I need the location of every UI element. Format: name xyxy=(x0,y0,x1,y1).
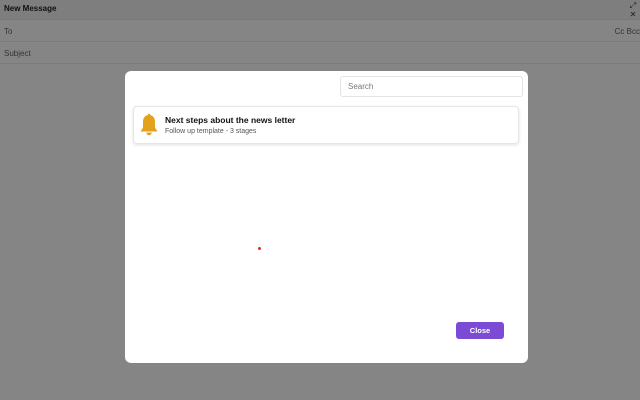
template-title: Next steps about the news letter xyxy=(165,115,296,125)
template-card[interactable]: Next steps about the news letter Follow … xyxy=(133,106,519,144)
close-button[interactable]: Close xyxy=(456,322,504,339)
template-modal: Next steps about the news letter Follow … xyxy=(125,71,528,363)
cursor-dot xyxy=(258,247,261,250)
search-input[interactable] xyxy=(340,76,523,97)
bell-icon xyxy=(140,113,158,136)
template-subtitle: Follow up template - 3 stages xyxy=(165,128,257,135)
